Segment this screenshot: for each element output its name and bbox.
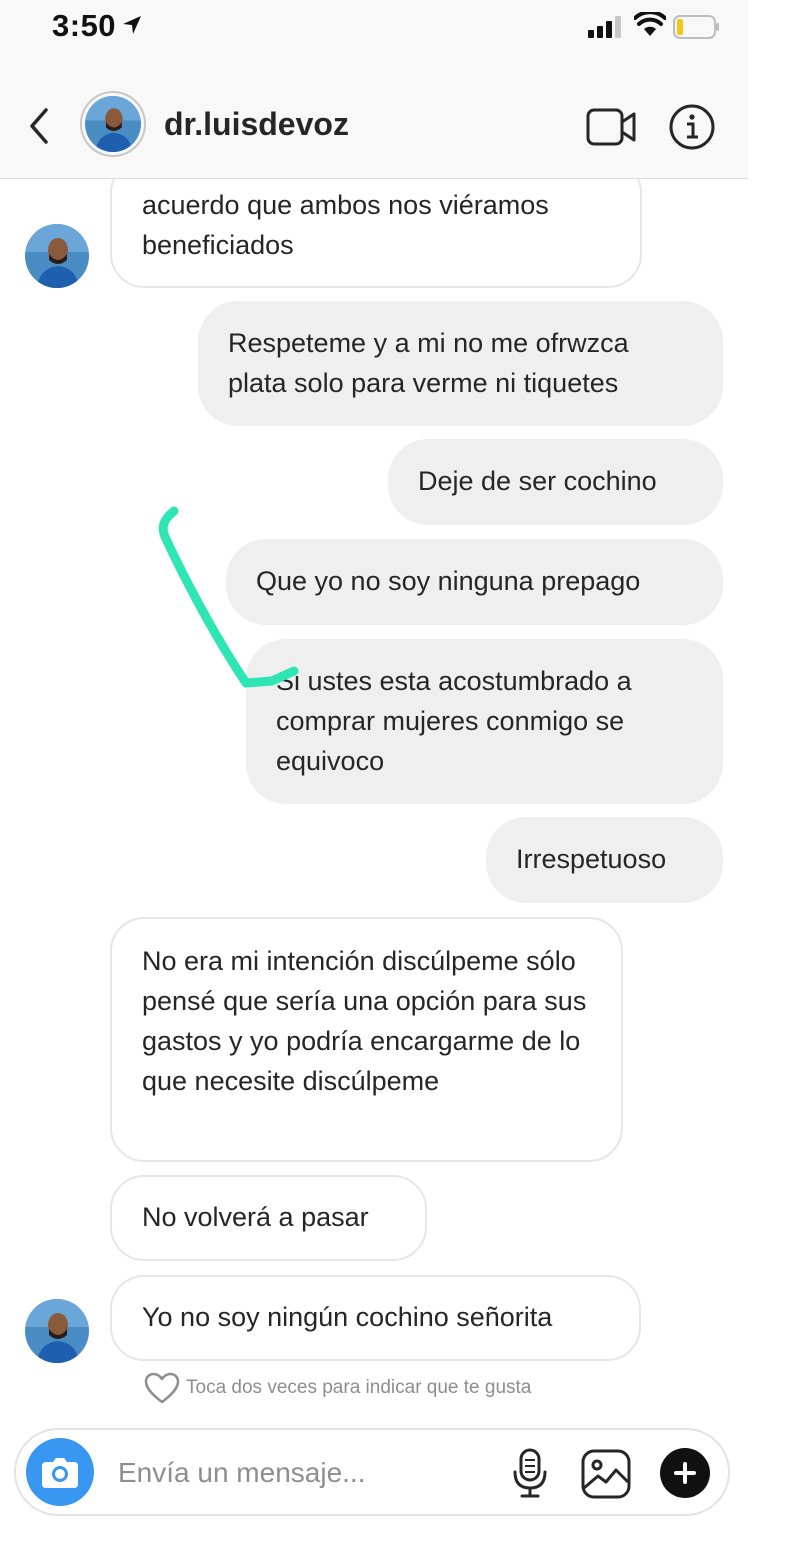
annotation-stroke (158, 506, 299, 688)
message-bubble-incoming[interactable]: No volverá a pasar (110, 1175, 427, 1261)
chat-header: dr.luisdevoz (0, 70, 748, 179)
heart-icon[interactable] (144, 1372, 180, 1404)
message-input[interactable] (116, 1444, 500, 1502)
chat-screen: 3:50 dr.luisdevoz acuerdo que ambos nos … (0, 0, 748, 1549)
message-bubble-outgoing[interactable]: Respeteme y a mi no me ofrwzca plata sol… (198, 301, 723, 426)
like-hint-text: Toca dos veces para indicar que te gusta (186, 1377, 532, 1398)
message-bubble-incoming[interactable]: acuerdo que ambos nos viéramos beneficia… (110, 179, 642, 288)
plus-button[interactable] (660, 1448, 710, 1498)
message-bubble-outgoing[interactable]: Irrespetuoso (486, 817, 723, 903)
microphone-icon[interactable] (510, 1448, 550, 1500)
gallery-icon[interactable] (580, 1448, 632, 1500)
signal-icon (588, 16, 621, 38)
message-bubble-incoming[interactable]: Yo no soy ningún cochino señorita (110, 1275, 641, 1361)
battery-icon (673, 15, 719, 39)
header-avatar[interactable] (80, 91, 146, 157)
back-chevron-icon[interactable] (24, 106, 54, 146)
message-bubble-outgoing[interactable]: Si ustes esta acostumbrado a comprar muj… (246, 639, 723, 804)
video-call-icon[interactable] (586, 108, 638, 146)
message-bubble-incoming[interactable]: No era mi intención discúlpeme sólo pens… (110, 917, 623, 1162)
chat-username[interactable]: dr.luisdevoz (164, 106, 349, 143)
like-hint: Toca dos veces para indicar que te gusta (144, 1372, 531, 1404)
status-bar: 3:50 (0, 0, 748, 70)
profile-photo (85, 96, 141, 152)
message-composer (14, 1428, 730, 1516)
info-icon[interactable] (668, 103, 716, 151)
status-time: 3:50 (52, 8, 117, 43)
camera-icon (42, 1458, 78, 1488)
message-thread: acuerdo que ambos nos viéramos beneficia… (0, 179, 748, 1419)
sender-avatar[interactable] (25, 224, 89, 288)
sender-avatar[interactable] (25, 1299, 89, 1363)
wifi-icon (634, 12, 666, 36)
plus-icon (674, 1462, 696, 1484)
page-margin (748, 0, 800, 1549)
location-arrow-icon (123, 16, 141, 34)
message-bubble-outgoing[interactable]: Deje de ser cochino (388, 439, 723, 525)
camera-button[interactable] (26, 1438, 94, 1506)
